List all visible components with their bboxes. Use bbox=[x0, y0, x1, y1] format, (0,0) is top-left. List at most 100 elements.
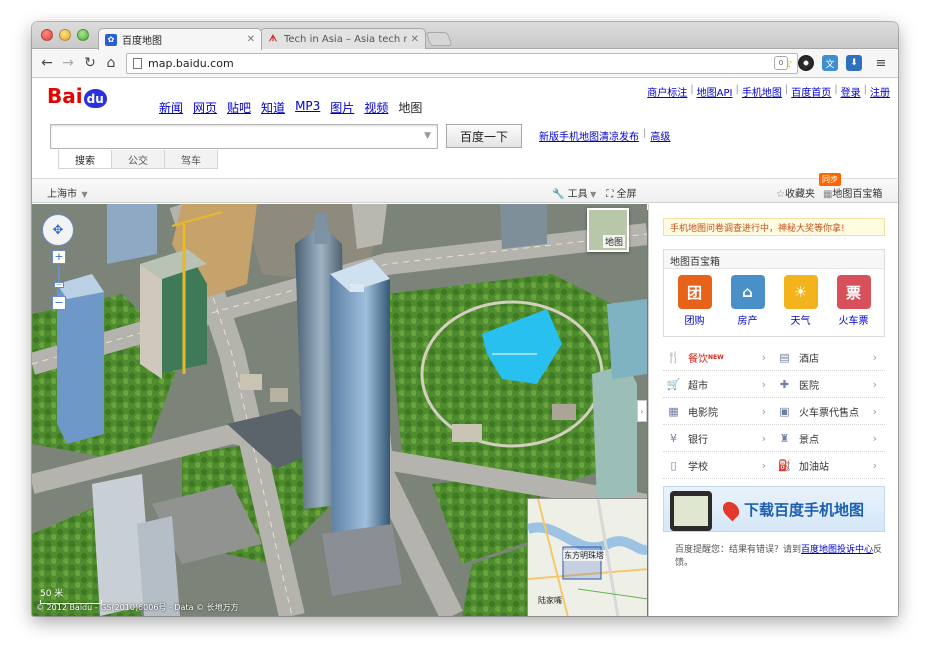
city-selector[interactable]: 上海市 ▼ bbox=[47, 185, 88, 200]
scenic-icon: ♜ bbox=[779, 431, 790, 445]
download-text: 下载百度手机地图 bbox=[744, 501, 865, 519]
reload-icon[interactable]: ↻ bbox=[81, 54, 99, 72]
weather-icon: ☀ bbox=[783, 275, 818, 309]
favorites-button[interactable]: ☆收藏夹 bbox=[776, 185, 815, 200]
browser-toolbar: ← → ↻ ⌂ map.baidu.com ☆ 0 文 ⬇ ≡ bbox=[32, 49, 898, 78]
feedback-note: 百度提醒您：结果有错误？请到百度地图投诉中心反馈。 bbox=[675, 544, 887, 570]
map-type-label: 地图 bbox=[602, 235, 625, 248]
category-dining[interactable]: 🍴 餐饮 NEW › bbox=[663, 344, 774, 370]
tab-search[interactable]: 搜索 bbox=[58, 150, 112, 169]
extension-circle-icon[interactable] bbox=[798, 55, 814, 71]
category-label: 餐饮 bbox=[688, 353, 708, 365]
category-school[interactable]: ▯ 学校 › bbox=[663, 452, 774, 478]
zoom-slider[interactable] bbox=[58, 266, 60, 294]
app-label: 火车票 bbox=[838, 316, 869, 327]
mode-tabs: 搜索 公交 驾车 bbox=[58, 150, 218, 169]
map-copyright: © 2012 Baidu - GS(2010)6006号 - Data © 长地… bbox=[36, 603, 239, 612]
treasure-apps: 团 团购 ⌂ 房产 ☀ 天气 票 火车票 bbox=[664, 269, 884, 327]
category-list: 🍴 餐饮 NEW › ▤ 酒店 › 🛒 超市 › ✚ 医院 › ▦ 电影院 › … bbox=[663, 344, 885, 479]
tab-title: 百度地图 bbox=[122, 36, 162, 47]
tab-close-icon[interactable]: ✕ bbox=[411, 34, 419, 45]
chevron-down-icon: ▼ bbox=[79, 190, 88, 199]
app-realestate[interactable]: ⌂ 房产 bbox=[725, 275, 771, 327]
zoom-window-button[interactable] bbox=[77, 29, 89, 41]
treasure-box-title: 地图百宝箱 bbox=[664, 250, 884, 269]
nav-images[interactable]: 图片 bbox=[330, 99, 354, 116]
extension-counter-icon[interactable]: 0 bbox=[774, 56, 788, 70]
baidu-home-link[interactable]: 百度首页 bbox=[791, 84, 831, 99]
login-link[interactable]: 登录 bbox=[841, 84, 861, 99]
nav-video[interactable]: 视频 bbox=[364, 99, 388, 116]
category-train-ticket-agency[interactable]: ▣ 火车票代售点 › bbox=[774, 398, 885, 424]
category-hospital[interactable]: ✚ 医院 › bbox=[774, 371, 885, 397]
fullscreen-button[interactable]: ⛶ 全屏 bbox=[606, 185, 636, 200]
download-extension-icon[interactable]: ⬇ bbox=[846, 55, 862, 71]
forward-arrow-icon[interactable]: → bbox=[59, 54, 77, 72]
tab-baidu-map[interactable]: ✿ 百度地图 ✕ bbox=[98, 28, 262, 50]
minimap-place-label: 东方明珠塔 bbox=[563, 550, 605, 561]
nav-zhidao[interactable]: 知道 bbox=[261, 99, 285, 116]
register-link[interactable]: 注册 bbox=[870, 84, 890, 99]
new-tab-button[interactable] bbox=[425, 32, 453, 46]
category-cinema[interactable]: ▦ 电影院 › bbox=[663, 398, 774, 424]
new-badge: NEW bbox=[708, 353, 724, 361]
zoom-out-button[interactable]: − bbox=[52, 296, 66, 310]
category-row: ▦ 电影院 › ▣ 火车票代售点 › bbox=[663, 398, 885, 425]
nav-web[interactable]: 网页 bbox=[193, 99, 217, 116]
train-icon: ▣ bbox=[779, 404, 790, 418]
pan-control[interactable]: ✥ bbox=[42, 214, 74, 246]
nav-mp3[interactable]: MP3 bbox=[295, 99, 320, 116]
treasure-box: 地图百宝箱 团 团购 ⌂ 房产 ☀ 天气 票 火车票 bbox=[663, 249, 885, 337]
zoom-in-button[interactable]: + bbox=[52, 250, 66, 264]
nav-news[interactable]: 新闻 bbox=[159, 99, 183, 116]
map-type-switch[interactable]: 地图 bbox=[587, 208, 629, 252]
home-icon[interactable]: ⌂ bbox=[102, 54, 120, 72]
map-api-link[interactable]: 地图API bbox=[697, 84, 733, 99]
category-supermarket[interactable]: 🛒 超市 › bbox=[663, 371, 774, 397]
complaint-center-link[interactable]: 百度地图投诉中心 bbox=[801, 545, 873, 555]
map-view[interactable]: ✥ + — − 地图 › 东方明珠塔 陆家嘴 50 米 © 2012 Baidu… bbox=[32, 204, 647, 616]
app-groupbuy[interactable]: 团 团购 bbox=[672, 275, 718, 327]
nav-tieba[interactable]: 贴吧 bbox=[227, 99, 251, 116]
tab-tech-in-asia[interactable]: ᗑ Tech in Asia – Asia tech new ✕ bbox=[260, 28, 426, 49]
tools-button[interactable]: 🔧 工具 ▼ bbox=[552, 185, 596, 200]
fork-knife-icon: 🍴 bbox=[666, 350, 681, 364]
search-button[interactable]: 百度一下 bbox=[446, 124, 522, 148]
dropdown-arrow-icon[interactable]: ▼ bbox=[424, 131, 431, 141]
survey-notice[interactable]: 手机地图问卷调查进行中，神秘大奖等你拿! bbox=[663, 218, 885, 236]
minimap-place-label: 陆家嘴 bbox=[538, 596, 562, 605]
advanced-link[interactable]: 高级 bbox=[650, 128, 670, 143]
phone-icon bbox=[670, 491, 712, 531]
app-train-ticket[interactable]: 票 火车票 bbox=[831, 275, 877, 327]
side-panel: 手机地图问卷调查进行中，神秘大奖等你拿! 地图百宝箱 团 团购 ⌂ 房产 ☀ 天… bbox=[648, 204, 898, 616]
map-pin-icon bbox=[719, 498, 743, 522]
tab-drive[interactable]: 驾车 bbox=[164, 150, 218, 169]
url-text: map.baidu.com bbox=[148, 57, 234, 70]
browser-window: ✿ 百度地图 ✕ ᗑ Tech in Asia – Asia tech new … bbox=[32, 22, 898, 616]
category-hotel[interactable]: ▤ 酒店 › bbox=[774, 344, 885, 370]
treasure-box-button[interactable]: ▦地图百宝箱 bbox=[823, 185, 882, 200]
book-icon: ▯ bbox=[670, 458, 677, 472]
new-mobile-map-link[interactable]: 新版手机地图清凉发布 bbox=[539, 128, 639, 143]
download-app-banner[interactable]: 下载百度手机地图 bbox=[663, 486, 885, 532]
close-window-button[interactable] bbox=[41, 29, 53, 41]
category-gas-station[interactable]: ⛽ 加油站 › bbox=[774, 452, 885, 478]
menu-icon[interactable]: ≡ bbox=[872, 54, 890, 72]
back-arrow-icon[interactable]: ← bbox=[38, 54, 56, 72]
mobile-map-link[interactable]: 手机地图 bbox=[742, 84, 782, 99]
overview-minimap[interactable]: 东方明珠塔 陆家嘴 bbox=[527, 498, 647, 616]
app-weather[interactable]: ☀ 天气 bbox=[778, 275, 824, 327]
translate-icon[interactable]: 文 bbox=[822, 55, 838, 71]
merchant-mark-link[interactable]: 商户标注 bbox=[647, 84, 687, 99]
category-scenic[interactable]: ♜ 景点 › bbox=[774, 425, 885, 451]
category-bank[interactable]: ¥ 银行 › bbox=[663, 425, 774, 451]
tab-bus[interactable]: 公交 bbox=[111, 150, 165, 169]
category-label: 超市 bbox=[688, 380, 708, 392]
collapse-panel-button[interactable]: › bbox=[637, 400, 647, 422]
tab-close-icon[interactable]: ✕ bbox=[247, 34, 255, 45]
zoom-slider-handle[interactable]: — bbox=[54, 282, 64, 288]
search-input[interactable]: ▼ bbox=[50, 124, 438, 149]
baidu-map-logo[interactable]: Bai du 地图 bbox=[47, 84, 662, 616]
address-bar[interactable]: map.baidu.com ☆ bbox=[126, 53, 798, 74]
minimize-window-button[interactable] bbox=[59, 29, 71, 41]
